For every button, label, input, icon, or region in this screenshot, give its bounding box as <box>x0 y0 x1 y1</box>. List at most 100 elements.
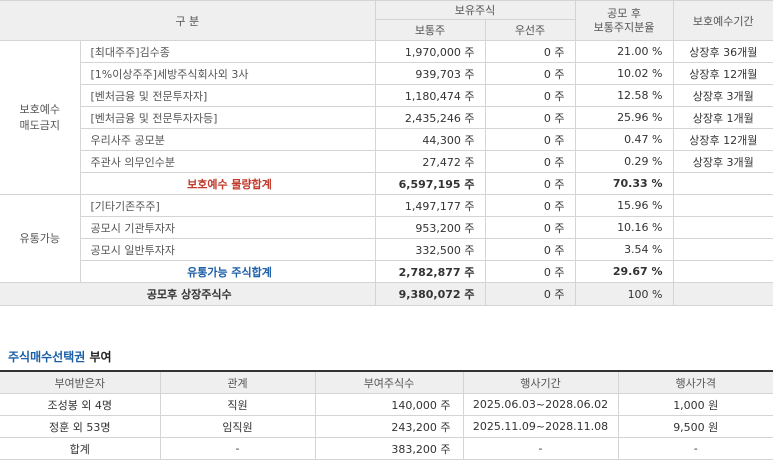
preferred-value: 0 주 <box>484 40 576 63</box>
exercise-period: - <box>462 437 619 460</box>
ratio-value: 25.96 % <box>574 106 674 129</box>
ratio-value: 3.54 % <box>574 238 674 261</box>
total-label: 공모후 상장주식수 <box>0 282 376 306</box>
tradable-sum-ratio: 29.67 % <box>574 260 674 283</box>
section-title-rest: 부여 <box>85 350 112 364</box>
header-held-shares: 보유주식 <box>374 0 576 20</box>
total-period <box>672 282 773 306</box>
section-title-highlight: 주식매수선택권 <box>8 350 86 364</box>
header-grantee: 부여받은자 <box>0 370 161 394</box>
relation: - <box>159 437 316 460</box>
table-row: 공모시 기관투자자 953,200 주 0 주 10.16 % <box>0 216 773 239</box>
preferred-value: 0 주 <box>484 216 576 239</box>
options-table: 부여받은자 관계 부여주식수 행사기간 행사가격 조성봉 외 4명 직원 140… <box>0 370 773 460</box>
grantee: 합계 <box>0 437 161 460</box>
header-exercise-price: 행사가격 <box>617 370 773 394</box>
shares: 243,200 주 <box>314 415 464 438</box>
relation: 직원 <box>159 393 316 416</box>
protected-sum-period <box>672 172 773 195</box>
row-label: 공모시 기관투자자 <box>80 216 376 239</box>
ratio-value: 0.47 % <box>574 128 674 151</box>
period-value: 상장후 36개월 <box>672 40 773 63</box>
common-value: 1,970,000 주 <box>374 40 486 63</box>
header-common: 보통주 <box>375 19 486 41</box>
table-row: 보호예수 매도금지 [최대주주]김수종 1,970,000 주 0 주 21.0… <box>0 40 773 195</box>
table-row: 주관사 의무인수분 27,472 주 0 주 0.29 % 상장후 3개월 <box>0 150 773 173</box>
exercise-price: 1,000 원 <box>617 393 773 416</box>
row-label: [벤처금융 및 전문투자자] <box>80 84 376 107</box>
table-row: [1%이상주주]세방주식회사외 3사 939,703 주 0 주 10.02 %… <box>0 62 773 85</box>
table-row: 우리사주 공모분 44,300 주 0 주 0.47 % 상장후 12개월 <box>0 128 773 151</box>
row-label: 우리사주 공모분 <box>80 128 376 151</box>
tradable-sum-preferred: 0 주 <box>484 260 576 283</box>
period-value <box>672 194 773 217</box>
period-value: 상장후 12개월 <box>672 62 773 85</box>
common-value: 1,497,177 주 <box>374 194 486 217</box>
header-period: 보호예수기간 <box>672 0 773 41</box>
ratio-value: 21.00 % <box>574 40 674 63</box>
exercise-price: 9,500 원 <box>617 415 773 438</box>
table-row: 공모시 일반투자자 332,500 주 0 주 3.54 % <box>0 238 773 261</box>
tradable-sum-row: 유통가능 주식합계 2,782,877 주 0 주 29.67 % <box>0 260 773 283</box>
row-label: [벤처금융 및 전문투자자등] <box>80 106 376 129</box>
row-label: 공모시 일반투자자 <box>80 238 376 261</box>
shares: 383,200 주 <box>314 437 464 460</box>
ratio-value: 10.02 % <box>574 62 674 85</box>
total-ratio: 100 % <box>574 282 674 306</box>
table-row: 유통가능 [기타기존주주] 1,497,177 주 0 주 15.96 % <box>0 194 773 283</box>
header-shares: 부여주식수 <box>314 370 464 394</box>
row-label: [기타기존주주] <box>79 194 376 217</box>
preferred-value: 0 주 <box>484 128 576 151</box>
section-title: 주식매수선택권 부여 <box>8 348 112 365</box>
common-value: 1,180,474 주 <box>374 84 486 107</box>
protected-sum-common: 6,597,195 주 <box>374 172 486 195</box>
period-value: 상장후 3개월 <box>672 150 773 173</box>
preferred-value: 0 주 <box>484 62 576 85</box>
header-preferred: 우선주 <box>484 19 576 41</box>
common-value: 953,200 주 <box>374 216 486 239</box>
tradable-sum-label: 유통가능 주식합계 <box>80 260 376 283</box>
relation: 임직원 <box>159 415 316 438</box>
tradable-sum-common: 2,782,877 주 <box>374 260 486 283</box>
common-value: 2,435,246 주 <box>374 106 486 129</box>
header-ratio: 공모 후 보통주지분율 <box>574 0 674 41</box>
header-exercise-period: 행사기간 <box>462 370 619 394</box>
ratio-value: 12.58 % <box>574 84 674 107</box>
total-common: 9,380,072 주 <box>374 282 486 306</box>
exercise-price: - <box>617 437 773 460</box>
tradable-sum-period <box>672 260 773 283</box>
shares: 140,000 주 <box>314 393 464 416</box>
period-value <box>672 216 773 239</box>
row-label: [최대주주]김수종 <box>79 40 376 63</box>
row-label: [1%이상주주]세방주식회사외 3사 <box>80 62 376 85</box>
exercise-period: 2025.06.03~2028.06.02 <box>462 393 619 416</box>
protected-sum-label: 보호예수 물량합계 <box>80 172 376 195</box>
options-total-row: 합계 - 383,200 주 - - <box>0 437 773 460</box>
period-value: 상장후 3개월 <box>672 84 773 107</box>
protected-sum-row: 보호예수 물량합계 6,597,195 주 0 주 70.33 % <box>0 172 773 195</box>
period-value <box>672 238 773 261</box>
common-value: 27,472 주 <box>374 150 486 173</box>
protected-sum-ratio: 70.33 % <box>574 172 674 195</box>
preferred-value: 0 주 <box>484 194 576 217</box>
header-relation: 관계 <box>159 370 316 394</box>
total-row: 공모후 상장주식수 9,380,072 주 0 주 100 % <box>0 282 773 306</box>
table-row: [벤처금융 및 전문투자자] 1,180,474 주 0 주 12.58 % 상… <box>0 84 773 107</box>
table-row: 정훈 외 53명 임직원 243,200 주 2025.11.09~2028.1… <box>0 415 773 438</box>
preferred-value: 0 주 <box>484 106 576 129</box>
period-value: 상장후 12개월 <box>672 128 773 151</box>
group-label-protected: 보호예수 매도금지 <box>0 40 81 195</box>
ratio-value: 0.29 % <box>574 150 674 173</box>
period-value: 상장후 1개월 <box>672 106 773 129</box>
preferred-value: 0 주 <box>484 150 576 173</box>
preferred-value: 0 주 <box>484 238 576 261</box>
table-row: 조성봉 외 4명 직원 140,000 주 2025.06.03~2028.06… <box>0 393 773 416</box>
ratio-value: 15.96 % <box>574 194 674 217</box>
table-row: [벤처금융 및 전문투자자등] 2,435,246 주 0 주 25.96 % … <box>0 106 773 129</box>
protected-sum-preferred: 0 주 <box>484 172 576 195</box>
header-category: 구 분 <box>0 0 376 41</box>
common-value: 939,703 주 <box>374 62 486 85</box>
ratio-value: 10.16 % <box>574 216 674 239</box>
common-value: 44,300 주 <box>374 128 486 151</box>
common-value: 332,500 주 <box>374 238 486 261</box>
